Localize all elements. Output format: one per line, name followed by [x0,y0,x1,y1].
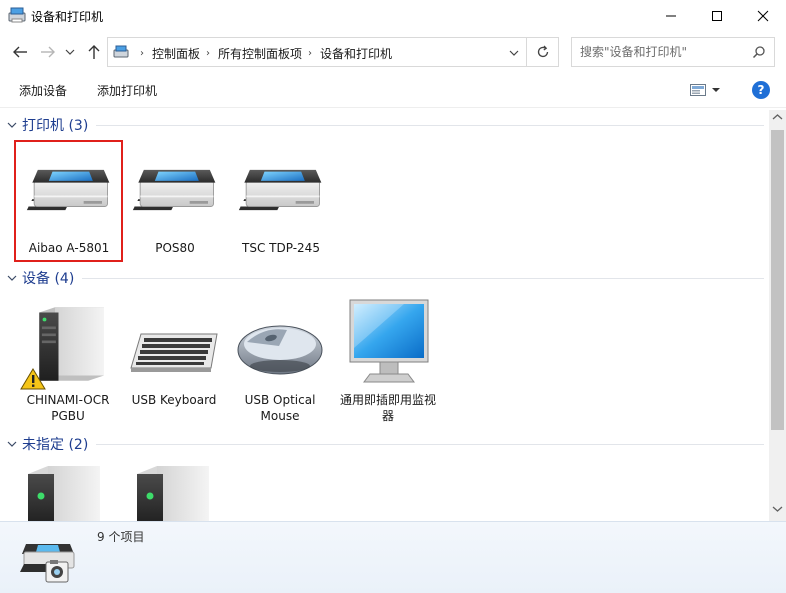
arrow-up-icon [88,45,100,59]
printer-icon [237,162,325,218]
address-history-button[interactable] [508,47,522,59]
device-label: USB Optical Mouse [244,393,316,423]
title-bar: 设备和打印机 [0,0,786,32]
mouse-icon [237,325,323,375]
chevron-down-icon [65,49,75,55]
navigation-bar: › 控制面板 › 所有控制面板项 › 设备和打印机 [0,34,786,70]
minimize-button[interactable] [648,0,694,32]
device-label: USB Keyboard [131,393,217,407]
warning-icon [20,368,46,390]
printer-icon [25,162,113,218]
device-tower-icon [137,466,217,521]
back-button[interactable] [11,43,29,61]
chevron-down-icon [7,441,17,447]
chevron-down-icon [7,275,17,281]
chevron-down-icon [509,50,519,56]
chevron-down-icon [7,122,17,128]
control-panel-icon [113,45,129,59]
breadcrumb-devices-printers[interactable]: 设备和打印机 [320,45,392,62]
breadcrumb-separator[interactable]: › [206,48,210,59]
view-icon [690,84,706,96]
group-header-printers[interactable]: 打印机 (3) [6,114,764,136]
forward-button[interactable] [39,43,57,61]
details-pane: 9 个项目 [0,521,786,593]
command-bar: 添加设备 添加打印机 ? [0,72,786,108]
close-button[interactable] [740,0,786,32]
search-box[interactable] [571,37,775,67]
printer-item-tsc[interactable]: TSC TDP-245 [229,140,333,260]
group-header-devices[interactable]: 设备 (4) [6,267,764,289]
item-count: 9 个项目 [97,530,145,544]
arrow-left-icon [13,46,27,58]
breadcrumb-control-panel[interactable]: 控制面板 [152,45,200,62]
group-divider [96,124,764,126]
printer-label: Aibao A-5801 [28,241,110,255]
device-item-computer[interactable]: CHINAMI-OCR PGBU [16,298,120,428]
close-icon [757,10,769,22]
devices-content-area: 打印机 (3) Aibao A-5801 POS80 TSC TDP-245 设… [0,110,769,521]
scroll-up-icon [772,114,783,120]
maximize-button[interactable] [694,0,740,32]
breadcrumb-all-items[interactable]: 所有控制面板项 [218,45,302,62]
printer-label: POS80 [155,241,195,255]
group-divider [96,443,764,445]
scroll-down-icon [772,506,783,512]
change-view-button[interactable] [690,82,728,98]
printer-icon [131,162,219,218]
window-title: 设备和打印机 [31,10,104,24]
search-icon[interactable] [752,45,766,62]
monitor-icon [349,299,429,383]
vertical-scrollbar[interactable] [769,110,786,521]
group-title: 打印机 (3) [22,118,89,134]
arrow-right-icon [41,46,55,58]
help-button[interactable]: ? [752,81,770,99]
device-item-mouse[interactable]: USB Optical Mouse [228,298,332,428]
device-label: 通用即插即用监视器 [340,393,437,423]
unspecified-device-item[interactable] [16,464,120,521]
unspecified-device-item[interactable] [125,464,229,521]
group-divider [82,277,764,279]
group-title: 未指定 (2) [22,437,89,453]
printer-label: TSC TDP-245 [242,241,320,255]
scrollbar-thumb[interactable] [771,130,784,430]
devices-printers-app-icon [8,7,26,23]
search-input[interactable] [580,44,750,60]
group-title: 设备 (4) [22,271,75,287]
group-header-unspecified[interactable]: 未指定 (2) [6,433,764,455]
recent-locations-button[interactable] [64,43,76,61]
device-item-monitor[interactable]: 通用即插即用监视器 [336,298,440,428]
add-device-button[interactable]: 添加设备 [19,82,67,99]
breadcrumb-separator[interactable]: › [308,48,312,59]
up-button[interactable] [85,43,103,61]
device-tower-icon [28,466,108,521]
caret-down-icon [712,88,720,92]
refresh-icon [537,45,548,58]
device-item-keyboard[interactable]: USB Keyboard [122,298,226,428]
breadcrumb-separator[interactable]: › [140,48,144,59]
printer-item-aibao[interactable]: Aibao A-5801 [17,140,121,260]
devices-printers-large-icon [20,534,78,589]
refresh-button[interactable] [527,37,559,67]
breadcrumb: › 控制面板 › 所有控制面板项 › 设备和打印机 [134,45,392,62]
printer-item-pos80[interactable]: POS80 [123,140,227,260]
address-bar[interactable]: › 控制面板 › 所有控制面板项 › 设备和打印机 [107,37,527,67]
keyboard-icon [130,333,218,372]
device-label: CHINAMI-OCR PGBU [26,393,110,423]
add-printer-button[interactable]: 添加打印机 [97,82,157,99]
